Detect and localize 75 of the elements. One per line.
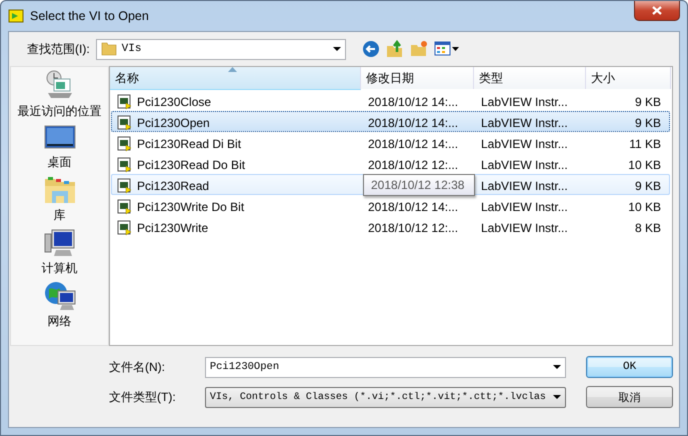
view-menu-icon[interactable] <box>434 41 460 57</box>
place-item[interactable]: 最近访问的位置 <box>18 69 102 120</box>
place-label: 网络 <box>48 313 72 330</box>
computer-icon <box>44 228 76 258</box>
date-cell: 2018/10/12 14:... <box>368 136 458 150</box>
type-cell: LabVIEW Instr... <box>481 158 568 172</box>
file-name: Pci1230Write Do Bit <box>137 200 244 214</box>
column-header[interactable]: 大小 <box>586 67 671 89</box>
place-item[interactable]: 网络 <box>44 281 76 330</box>
vi-file-icon <box>117 136 133 152</box>
date-cell: 2018/10/12 14:... <box>368 200 458 214</box>
file-row[interactable]: Pci1230Open 2018/10/12 14:... LabVIEW Instr... 9 KB <box>111 111 670 132</box>
column-header[interactable]: 类型 <box>474 67 586 89</box>
date-cell: 2018/10/12 14:... <box>368 116 458 130</box>
size-cell: 9 KB <box>634 116 661 130</box>
dropdown-arrow-icon <box>553 395 562 399</box>
sort-arrow-icon <box>228 67 237 72</box>
network-icon <box>44 281 76 311</box>
type-cell: LabVIEW Instr... <box>481 220 568 234</box>
column-header[interactable]: 名称 <box>110 67 361 90</box>
type-cell: LabVIEW Instr... <box>481 178 568 192</box>
file-name: Pci1230Close <box>137 94 212 108</box>
date-cell: 2018/10/12 12:... <box>368 158 458 172</box>
vi-file-icon <box>117 178 133 194</box>
look-in-label: 查找范围(I): <box>27 40 90 58</box>
size-cell: 8 KB <box>634 220 661 234</box>
file-name: Pci1230Open <box>137 116 210 130</box>
cancel-button[interactable]: 取消 <box>586 386 673 408</box>
file-name: Pci1230Write <box>137 220 208 234</box>
tooltip: 2018/10/12 12:38 <box>363 174 475 196</box>
date-cell: 2018/10/12 12:... <box>368 220 458 234</box>
file-name-field[interactable]: Pci1230Open <box>204 356 566 378</box>
place-label: 计算机 <box>42 260 78 277</box>
folder-icon <box>44 175 76 205</box>
look-in-dropdown[interactable]: VIs <box>96 38 346 60</box>
vi-file-icon <box>117 156 133 172</box>
up-folder-icon[interactable] <box>386 40 404 58</box>
type-cell: LabVIEW Instr... <box>481 200 568 214</box>
type-cell: LabVIEW Instr... <box>481 94 568 108</box>
close-icon <box>652 6 662 15</box>
vi-file-icon <box>117 198 133 214</box>
vi-file-icon <box>117 94 133 110</box>
size-cell: 9 KB <box>634 178 661 192</box>
ok-button[interactable]: OK <box>586 356 673 378</box>
window-title: Select the VI to Open <box>30 9 150 23</box>
place-item[interactable]: 计算机 <box>42 228 78 277</box>
file-name: Pci1230Read <box>137 178 210 192</box>
close-button[interactable] <box>634 1 680 21</box>
size-cell: 9 KB <box>634 94 661 108</box>
file-name: Pci1230Read Di Bit <box>137 136 242 150</box>
place-label: 桌面 <box>48 154 72 171</box>
file-name: Pci1230Read Do Bit <box>137 158 246 172</box>
column-header[interactable]: 修改日期 <box>361 67 474 89</box>
vi-file-icon <box>117 114 133 130</box>
type-cell: LabVIEW Instr... <box>481 116 568 130</box>
place-label: 最近访问的位置 <box>18 103 102 120</box>
new-folder-icon[interactable] <box>410 40 428 58</box>
file-type-label: 文件类型(T): <box>109 388 177 406</box>
place-item[interactable]: 桌面 <box>44 124 76 171</box>
type-cell: LabVIEW Instr... <box>481 136 568 150</box>
app-icon <box>8 8 24 24</box>
size-cell: 11 KB <box>629 136 661 150</box>
vi-file-icon <box>117 220 133 236</box>
place-item[interactable]: 库 <box>44 175 76 224</box>
place-label: 库 <box>54 207 66 224</box>
size-cell: 10 KB <box>628 200 661 214</box>
file-row[interactable]: Pci1230Read 2018/10/12 12:38 LabVIEW Instr... 9 KB <box>111 174 670 195</box>
dropdown-arrow-icon <box>553 365 562 369</box>
date-cell: 2018/10/12 14:... <box>368 94 458 108</box>
file-type-dropdown[interactable]: VIs, Controls & Classes (*.vi;*.ctl;*.vit;*.ctt;*.lvclas <box>204 386 566 408</box>
file-name-label: 文件名(N): <box>109 358 166 376</box>
folder-icon <box>100 42 117 56</box>
size-cell: 10 KB <box>628 158 661 172</box>
back-icon[interactable] <box>362 40 380 58</box>
dropdown-arrow-icon <box>332 47 341 51</box>
